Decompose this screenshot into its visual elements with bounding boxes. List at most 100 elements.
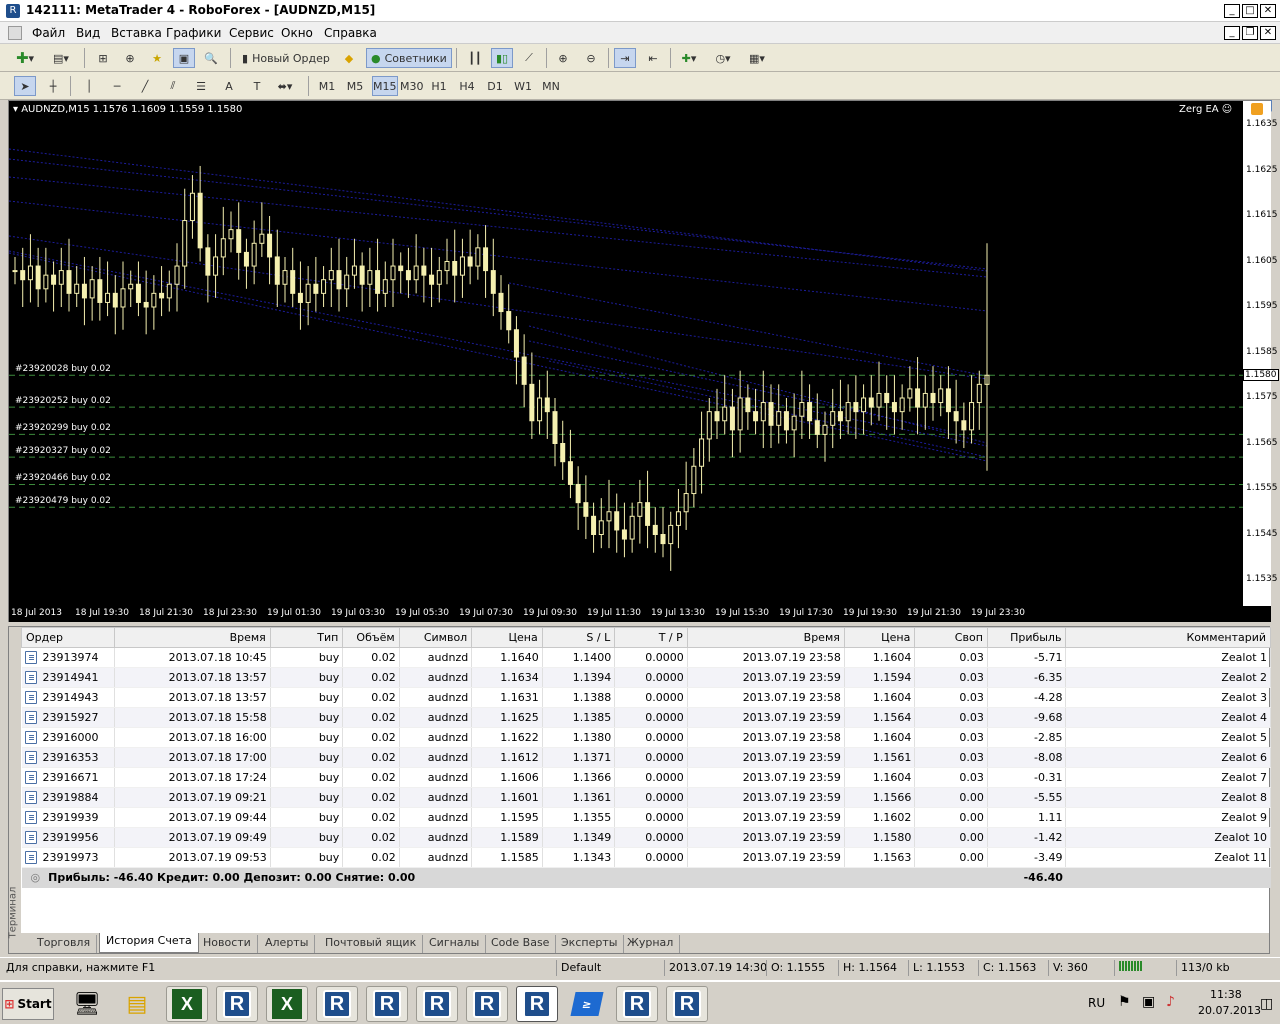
- roboforex-app-icon[interactable]: R: [416, 986, 458, 1022]
- child-window-icon[interactable]: [8, 26, 22, 40]
- indicators-icon[interactable]: ✚ ▾: [678, 48, 700, 68]
- chart-window[interactable]: ▾ AUDNZD,M15 1.1576 1.1609 1.1559 1.1580…: [8, 100, 1279, 622]
- menu-file[interactable]: Файл: [32, 26, 65, 40]
- roboforex-app-icon[interactable]: R: [366, 986, 408, 1022]
- column-header[interactable]: Прибыль: [986, 627, 1067, 648]
- profiles-icon[interactable]: ▤▾: [50, 48, 72, 68]
- history-row[interactable]: 23914941 2013.07.18 13:57 buy 0.02 audnzd 1.1…: [21, 667, 1271, 688]
- trendline-icon[interactable]: ╱: [134, 76, 156, 96]
- explorer-icon[interactable]: ▤: [116, 986, 158, 1022]
- tf-m15[interactable]: M15: [372, 76, 398, 96]
- roboforex-app-icon[interactable]: R: [216, 986, 258, 1022]
- terminal-tab[interactable]: Code Base: [485, 935, 557, 953]
- tf-m30[interactable]: M30: [400, 76, 424, 96]
- menu-view[interactable]: Вид: [76, 26, 100, 40]
- history-row[interactable]: 23919973 2013.07.19 09:53 buy 0.02 audnzd 1.1…: [21, 847, 1271, 868]
- powershell-icon[interactable]: ≥: [566, 986, 608, 1022]
- tf-m5[interactable]: M5: [344, 76, 366, 96]
- market-watch-icon[interactable]: ⊞: [92, 48, 114, 68]
- history-row[interactable]: 23916671 2013.07.18 17:24 buy 0.02 audnzd 1.1…: [21, 767, 1271, 788]
- history-row[interactable]: 23919956 2013.07.19 09:49 buy 0.02 audnzd 1.1…: [21, 827, 1271, 848]
- candlestick-chart[interactable]: [9, 101, 1243, 606]
- arrows-icon[interactable]: ⬌▾: [274, 76, 296, 96]
- text-label-icon[interactable]: T: [246, 76, 268, 96]
- column-header[interactable]: Ордер: [21, 627, 115, 648]
- tf-m1[interactable]: M1: [316, 76, 338, 96]
- menu-insert[interactable]: Вставка: [111, 26, 162, 40]
- metaeditor-icon[interactable]: ◆: [338, 48, 360, 68]
- child-restore-button[interactable]: ❐: [1242, 26, 1258, 40]
- column-header[interactable]: Своп: [914, 627, 988, 648]
- lock-icon[interactable]: [1251, 103, 1263, 115]
- crosshair-icon[interactable]: ┼: [42, 76, 64, 96]
- experts-button[interactable]: ● Советники: [366, 48, 452, 68]
- tf-w1[interactable]: W1: [512, 76, 534, 96]
- templates-icon[interactable]: ▦▾: [746, 48, 768, 68]
- menu-window[interactable]: Окно: [281, 26, 313, 40]
- volume-icon[interactable]: ♪: [1166, 994, 1175, 1010]
- terminal-tab[interactable]: Журнал: [621, 935, 681, 953]
- column-header[interactable]: Тип: [269, 627, 344, 648]
- terminal-tab[interactable]: Алерты: [259, 935, 316, 953]
- column-header[interactable]: Цена: [843, 627, 916, 648]
- menu-charts[interactable]: Графики: [166, 26, 221, 40]
- menu-tools[interactable]: Сервис: [229, 26, 274, 40]
- column-header[interactable]: S / L: [541, 627, 616, 648]
- cursor-icon[interactable]: ➤: [14, 76, 36, 96]
- collapse-icon[interactable]: ◎: [31, 871, 41, 884]
- close-button[interactable]: ✕: [1260, 4, 1276, 18]
- language-indicator[interactable]: RU: [1088, 996, 1105, 1010]
- roboforex-app-icon[interactable]: R: [666, 986, 708, 1022]
- terminal-icon[interactable]: ▣: [173, 48, 195, 68]
- terminal-tab[interactable]: Почтовый ящик: [319, 935, 424, 953]
- column-header[interactable]: T / P: [614, 627, 688, 648]
- new-order-button[interactable]: ▮ Новый Ордер: [238, 48, 334, 68]
- app-icon[interactable]: R: [6, 4, 20, 18]
- strategy-tester-icon[interactable]: 🔍: [200, 48, 222, 68]
- new-chart-icon[interactable]: ✚ ▾: [14, 48, 36, 68]
- chart-shift-icon[interactable]: ⇤: [642, 48, 664, 68]
- candlestick-icon[interactable]: ▮▯: [491, 48, 513, 68]
- child-minimize-button[interactable]: _: [1224, 26, 1240, 40]
- terminal-tab[interactable]: Сигналы: [423, 935, 487, 953]
- navigator-icon[interactable]: ★: [146, 48, 168, 68]
- clock-date[interactable]: 20.07.2013: [1198, 1004, 1261, 1017]
- menu-help[interactable]: Справка: [324, 26, 377, 40]
- server-manager-icon[interactable]: 🖥: [66, 986, 108, 1022]
- column-header[interactable]: Символ: [398, 627, 473, 648]
- flag-icon[interactable]: ⚑: [1118, 994, 1131, 1010]
- roboforex-app-icon-active[interactable]: R: [516, 986, 558, 1022]
- tf-h1[interactable]: H1: [428, 76, 450, 96]
- minimize-button[interactable]: _: [1224, 4, 1240, 18]
- autoscroll-icon[interactable]: ⇥: [614, 48, 636, 68]
- history-row[interactable]: 23916000 2013.07.18 16:00 buy 0.02 audnzd 1.1…: [21, 727, 1271, 748]
- roboforex-app-icon[interactable]: R: [316, 986, 358, 1022]
- fx-app-icon[interactable]: X: [166, 986, 208, 1022]
- horizontal-line-icon[interactable]: ─: [106, 76, 128, 96]
- tf-d1[interactable]: D1: [484, 76, 506, 96]
- network-icon[interactable]: ▣: [1142, 994, 1155, 1010]
- periods-icon[interactable]: ◷▾: [712, 48, 734, 68]
- show-desktop-icon[interactable]: ◫: [1260, 996, 1273, 1012]
- history-row[interactable]: 23916353 2013.07.18 17:00 buy 0.02 audnzd 1.1…: [21, 747, 1271, 768]
- text-icon[interactable]: A: [218, 76, 240, 96]
- terminal-tab[interactable]: История Счета: [99, 933, 199, 953]
- clock-time[interactable]: 11:38: [1210, 988, 1242, 1001]
- roboforex-app-icon[interactable]: R: [616, 986, 658, 1022]
- maximize-button[interactable]: □: [1242, 4, 1258, 18]
- price-axis[interactable]: 1.1635 1.1625 1.1615 1.1605 1.1595 1.1585 1.15…: [1243, 101, 1279, 606]
- column-header[interactable]: Время: [113, 627, 271, 648]
- zoom-out-icon[interactable]: ⊖: [580, 48, 602, 68]
- data-window-icon[interactable]: ⊕: [119, 48, 141, 68]
- zoom-in-icon[interactable]: ⊕: [552, 48, 574, 68]
- history-row[interactable]: 23915927 2013.07.18 15:58 buy 0.02 audnzd 1.1…: [21, 707, 1271, 728]
- child-close-button[interactable]: ✕: [1260, 26, 1276, 40]
- roboforex-app-icon[interactable]: R: [466, 986, 508, 1022]
- column-header[interactable]: Объём: [342, 627, 400, 648]
- start-button[interactable]: ⊞ Start: [2, 988, 54, 1020]
- connection-icon[interactable]: [1114, 960, 1174, 976]
- column-header[interactable]: Цена: [471, 627, 543, 648]
- history-row[interactable]: 23919884 2013.07.19 09:21 buy 0.02 audnzd 1.1…: [21, 787, 1271, 808]
- bar-chart-icon[interactable]: ┃┃: [464, 48, 486, 68]
- line-chart-icon[interactable]: ⟋: [518, 48, 540, 68]
